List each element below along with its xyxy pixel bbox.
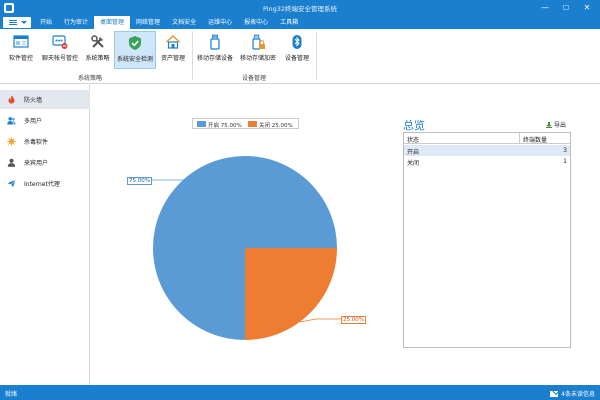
legend-item-on: 开启 75.00% — [208, 123, 242, 129]
unread-messages[interactable]: 4条未读信息 — [550, 389, 595, 398]
status-bar: 就绪 4条未读信息 — [0, 385, 600, 400]
column-divider — [519, 133, 520, 144]
export-button[interactable]: 导出 — [546, 120, 566, 129]
overview-title: 总览 — [403, 119, 425, 132]
pie-slice-off[interactable] — [245, 248, 337, 340]
data-label-off: 25.00% — [341, 316, 366, 324]
cell-status: 关闭 — [407, 160, 420, 167]
cell-count: 3 — [563, 147, 567, 154]
download-icon — [546, 122, 552, 128]
status-text: 就绪 — [5, 391, 18, 398]
mail-icon — [550, 391, 559, 397]
legend-swatch-on — [197, 121, 206, 127]
table-row[interactable]: 关闭 1 — [404, 156, 570, 167]
export-label: 导出 — [554, 122, 567, 129]
legend-swatch-off — [248, 121, 257, 127]
unread-messages-label: 4条未读信息 — [561, 391, 595, 398]
chart-legend: 开启 75.00% 关闭 25.00% — [192, 118, 299, 129]
table-row[interactable]: 开启 3 — [404, 145, 570, 156]
table-header: 状态 终端数量 — [404, 133, 570, 144]
cell-status: 开启 — [407, 149, 420, 156]
column-header-count[interactable]: 终端数量 — [523, 135, 547, 144]
overview-table: 状态 终端数量 开启 3 关闭 1 — [403, 132, 571, 348]
column-header-status[interactable]: 状态 — [407, 135, 419, 144]
legend-item-off: 关闭 25.00% — [259, 123, 293, 129]
cell-count: 1 — [563, 158, 567, 165]
data-label-leader-off — [299, 318, 341, 323]
data-label-on: 75.00% — [127, 177, 152, 185]
